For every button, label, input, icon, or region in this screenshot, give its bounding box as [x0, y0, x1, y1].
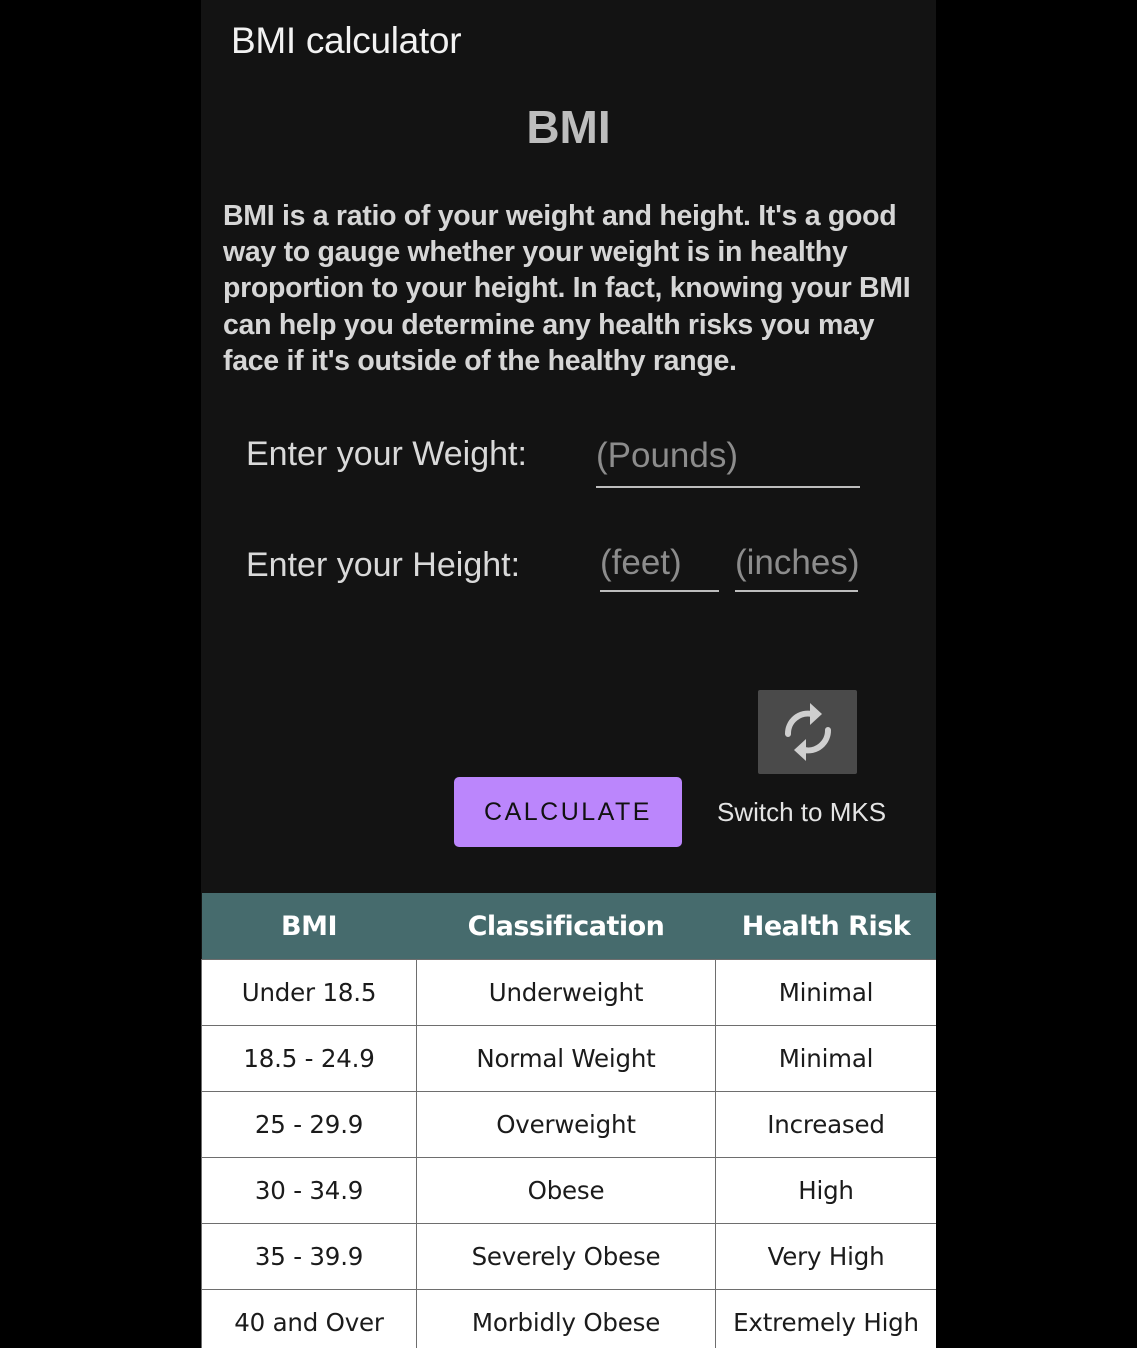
- table-header-row: BMI Classification Health Risk: [201, 893, 936, 960]
- app-title: BMI calculator: [231, 20, 462, 61]
- feet-field[interactable]: [600, 543, 719, 592]
- classification-cell: Obese: [416, 1157, 716, 1224]
- bmi-range-cell: 25 - 29.9: [201, 1091, 417, 1158]
- inches-input[interactable]: [735, 543, 858, 583]
- bmi-range-cell: 30 - 34.9: [201, 1157, 417, 1224]
- table-row: 30 - 34.9 Obese High: [201, 1157, 936, 1224]
- switch-units-button[interactable]: [758, 690, 857, 774]
- table-row: 18.5 - 24.9 Normal Weight Minimal: [201, 1025, 936, 1092]
- bmi-table: BMI Classification Health Risk Under 18.…: [201, 893, 936, 1348]
- weight-field[interactable]: [596, 436, 860, 488]
- table-row: 40 and Over Morbidly Obese Extremely Hig…: [201, 1289, 936, 1348]
- classification-cell: Normal Weight: [416, 1025, 716, 1092]
- switch-units-label: Switch to MKS: [717, 797, 887, 827]
- classification-cell: Underweight: [416, 959, 716, 1026]
- weight-label: Enter your Weight:: [246, 435, 527, 473]
- health-risk-cell: Extremely High: [715, 1289, 936, 1348]
- bmi-range-cell: Under 18.5: [201, 959, 417, 1026]
- page-title: BMI: [526, 101, 611, 153]
- classification-cell: Morbidly Obese: [416, 1289, 716, 1348]
- bmi-description: BMI is a ratio of your weight and height…: [223, 200, 911, 377]
- weight-input[interactable]: [596, 436, 860, 476]
- health-risk-cell: Increased: [715, 1091, 936, 1158]
- health-risk-cell: High: [715, 1157, 936, 1224]
- classification-cell: Severely Obese: [416, 1223, 716, 1290]
- column-header-health-risk: Health Risk: [715, 893, 936, 960]
- health-risk-cell: Minimal: [715, 959, 936, 1026]
- bmi-range-cell: 18.5 - 24.9: [201, 1025, 417, 1092]
- feet-input[interactable]: [600, 543, 719, 583]
- table-row: 25 - 29.9 Overweight Increased: [201, 1091, 936, 1158]
- health-risk-cell: Minimal: [715, 1025, 936, 1092]
- bmi-range-cell: 35 - 39.9: [201, 1223, 417, 1290]
- height-label: Enter your Height:: [246, 546, 521, 584]
- classification-cell: Overweight: [416, 1091, 716, 1158]
- column-header-bmi: BMI: [201, 893, 417, 960]
- table-row: 35 - 39.9 Severely Obese Very High: [201, 1223, 936, 1290]
- refresh-icon: [784, 703, 831, 761]
- bmi-range-cell: 40 and Over: [201, 1289, 417, 1348]
- inches-field[interactable]: [735, 543, 858, 592]
- app-screen: BMI calculator BMI BMI is a ratio of you…: [201, 0, 936, 1348]
- calculate-button[interactable]: CALCULATE: [454, 777, 682, 847]
- health-risk-cell: Very High: [715, 1223, 936, 1290]
- column-header-classification: Classification: [416, 893, 716, 960]
- table-row: Under 18.5 Underweight Minimal: [201, 959, 936, 1026]
